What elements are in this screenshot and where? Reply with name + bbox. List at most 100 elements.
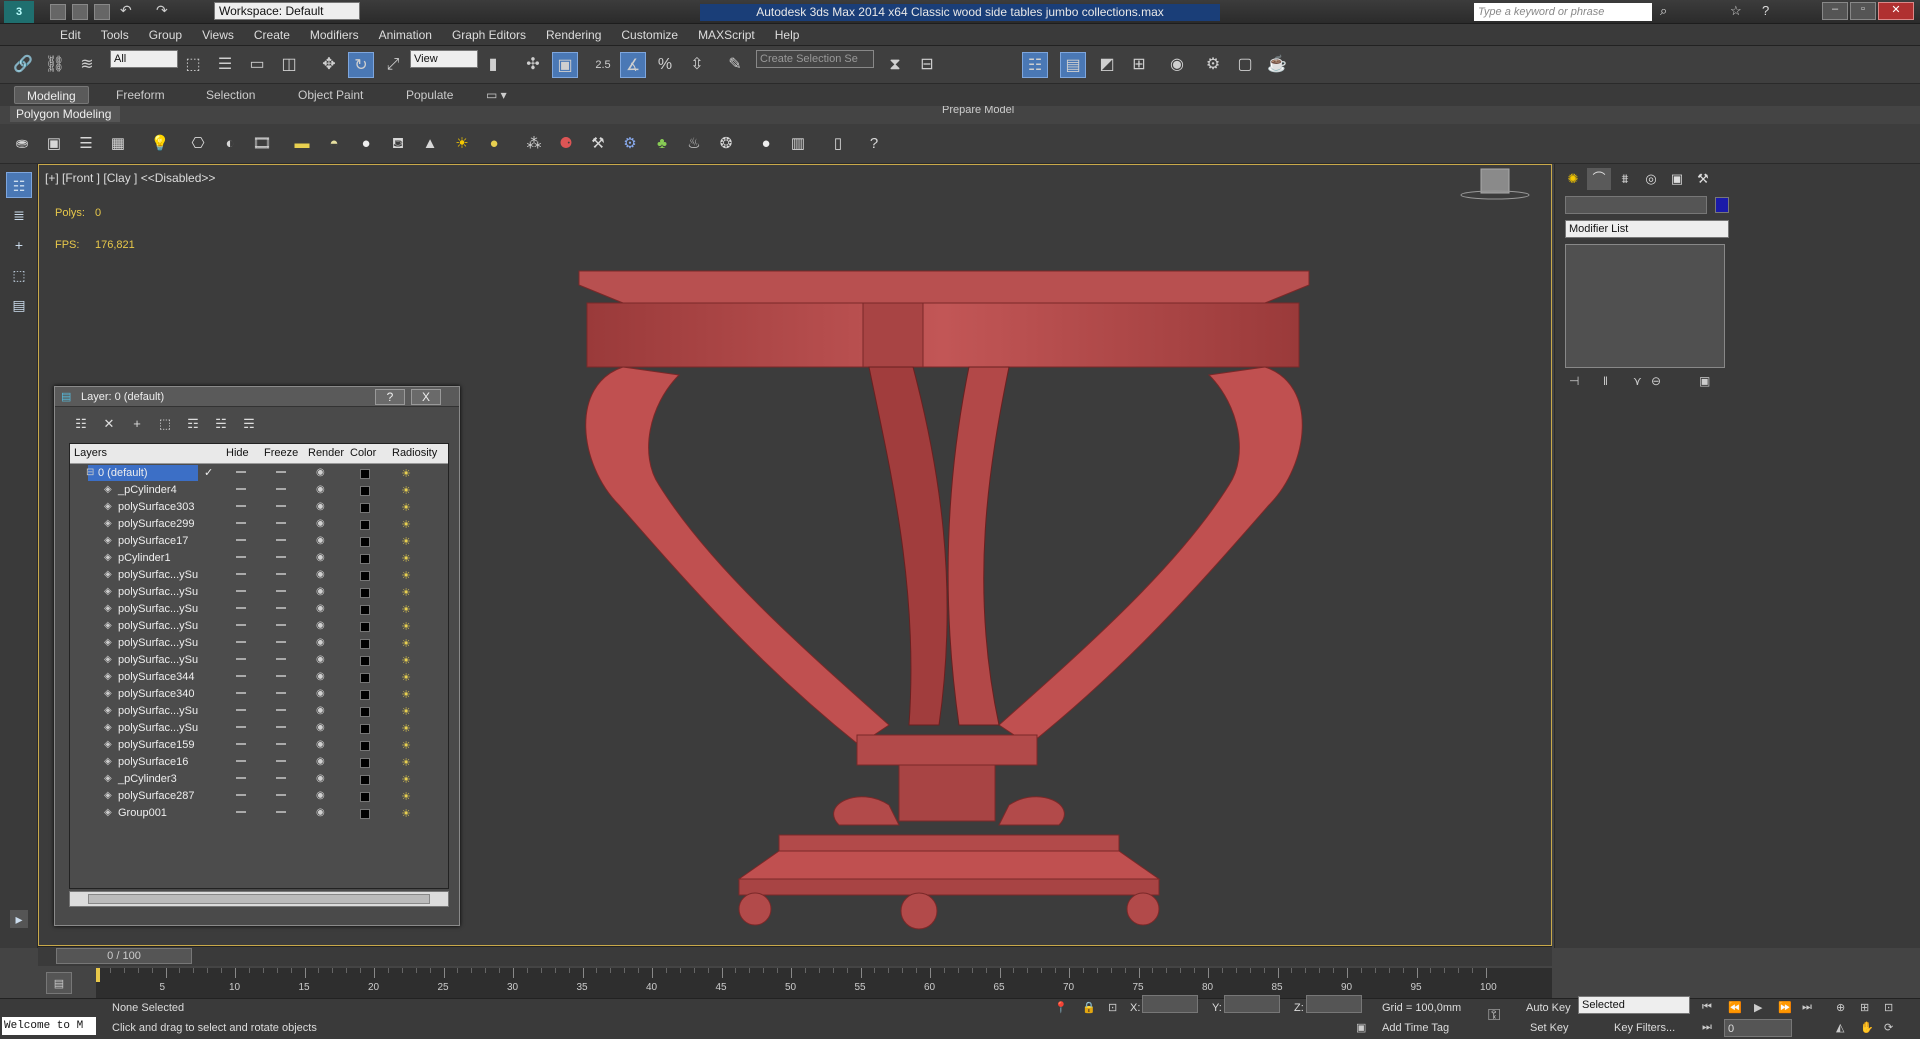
render-teapot-icon[interactable]: ◉ xyxy=(316,790,328,802)
layer-name[interactable]: polySurface287 xyxy=(118,790,194,802)
layer-row[interactable]: ◈ polySurfac...ySu ◉ ☀ xyxy=(70,703,448,720)
absolute-mode-icon[interactable]: ⊡ xyxy=(1108,1001,1117,1014)
layer-name[interactable]: polySurface159 xyxy=(118,739,194,751)
cone-primitive-icon[interactable]: ▲ xyxy=(418,132,442,156)
make-unique-icon[interactable]: ⋎ xyxy=(1633,374,1642,388)
col-radiosity[interactable]: Radiosity xyxy=(392,447,437,459)
hide-toggle[interactable] xyxy=(236,658,246,660)
radiosity-icon[interactable]: ☀ xyxy=(400,468,412,480)
render-teapot-icon[interactable]: ◉ xyxy=(316,518,328,530)
layer-name[interactable]: polySurface340 xyxy=(118,688,194,700)
auto-key-button[interactable]: Auto Key xyxy=(1526,999,1571,1017)
material-editor-icon[interactable]: ◉ xyxy=(1164,52,1190,78)
workspace-dropdown[interactable]: Workspace: Default xyxy=(214,2,360,20)
render-teapot-icon[interactable]: ◉ xyxy=(316,671,328,683)
key-mode-dropdown[interactable]: Selected xyxy=(1578,996,1690,1014)
layer-name[interactable]: polySurface344 xyxy=(118,671,194,683)
freeze-toggle[interactable] xyxy=(276,794,286,796)
next-frame-icon[interactable]: ⏩ xyxy=(1778,1001,1792,1014)
hide-toggle[interactable] xyxy=(236,590,246,592)
radiosity-icon[interactable]: ☀ xyxy=(400,774,412,786)
render-teapot-icon[interactable]: ◉ xyxy=(316,705,328,717)
time-marker[interactable] xyxy=(96,968,100,982)
highlight-layer-icon[interactable]: ☶ xyxy=(181,413,205,435)
layer-row[interactable]: ◈ polySurfac...ySu ◉ ☀ xyxy=(70,601,448,618)
radiosity-icon[interactable]: ☀ xyxy=(400,638,412,650)
new-layer-icon[interactable]: ☷ xyxy=(69,413,93,435)
col-render[interactable]: Render xyxy=(308,447,344,459)
create-tab-icon[interactable]: ✺ xyxy=(1561,168,1585,190)
grid-icon[interactable]: ▦ xyxy=(106,132,130,156)
layer-name[interactable]: polySurfac...ySu xyxy=(118,603,198,615)
hide-toggle[interactable] xyxy=(236,573,246,575)
hide-toggle[interactable] xyxy=(236,471,246,473)
material-sphere-icon[interactable]: ● xyxy=(754,132,778,156)
freeze-toggle[interactable] xyxy=(276,811,286,813)
color-swatch[interactable] xyxy=(360,605,370,615)
col-color[interactable]: Color xyxy=(350,447,376,459)
hide-toggle[interactable] xyxy=(236,811,246,813)
hide-toggle[interactable] xyxy=(236,777,246,779)
hide-toggle[interactable] xyxy=(236,743,246,745)
radiosity-icon[interactable]: ☀ xyxy=(400,689,412,701)
hide-toggle[interactable] xyxy=(236,692,246,694)
layer-row[interactable]: ◈ polySurfac...ySu ◉ ☀ xyxy=(70,652,448,669)
foliage-icon[interactable]: ♣ xyxy=(650,132,674,156)
layer-name[interactable]: polySurface17 xyxy=(118,535,188,547)
render-teapot-icon[interactable]: ◉ xyxy=(316,739,328,751)
layer-row[interactable]: ◈ polySurface299 ◉ ☀ xyxy=(70,516,448,533)
layer-row[interactable]: ◈ _pCylinder4 ◉ ☀ xyxy=(70,482,448,499)
menu-modifiers[interactable]: Modifiers xyxy=(300,24,369,46)
zoom-icon[interactable]: ⊕ xyxy=(1836,1001,1845,1014)
gear-icon[interactable]: ⚙ xyxy=(618,132,642,156)
particle-icon[interactable]: ⁂ xyxy=(522,132,546,156)
pan-icon[interactable]: ✋ xyxy=(1860,1021,1874,1034)
freeze-toggle[interactable] xyxy=(276,658,286,660)
open-file-icon[interactable] xyxy=(72,4,88,20)
layer-properties-icon[interactable]: ▤ xyxy=(6,292,32,318)
layer-name[interactable]: polySurfac...ySu xyxy=(118,654,198,666)
hide-toggle[interactable] xyxy=(236,607,246,609)
render-teapot-icon[interactable]: ◉ xyxy=(316,535,328,547)
layers-hscrollbar[interactable] xyxy=(69,891,449,907)
color-swatch[interactable] xyxy=(360,809,370,819)
freeze-toggle[interactable] xyxy=(276,743,286,745)
layer-name[interactable]: _pCylinder3 xyxy=(118,773,177,785)
menu-views[interactable]: Views xyxy=(192,24,244,46)
radiosity-icon[interactable]: ☀ xyxy=(400,604,412,616)
layer-name[interactable]: polySurfac...ySu xyxy=(118,637,198,649)
reference-coord-dropdown[interactable]: View xyxy=(410,50,478,68)
color-swatch[interactable] xyxy=(360,469,370,479)
close-icon[interactable]: ✕ xyxy=(1878,2,1914,20)
teapot-icon[interactable]: ⛂ xyxy=(10,132,34,156)
redo-icon[interactable]: ↷ xyxy=(156,2,168,19)
color-swatch[interactable] xyxy=(360,588,370,598)
layer-name[interactable]: polySurfac...ySu xyxy=(118,569,198,581)
scale-icon[interactable]: ⤢ xyxy=(380,52,406,78)
modifier-list-dropdown[interactable]: Modifier List xyxy=(1565,220,1729,238)
percent-snap-icon[interactable]: % xyxy=(652,52,678,78)
select-in-layer-icon[interactable]: ⬚ xyxy=(153,413,177,435)
angle-snap-icon[interactable]: ∡ xyxy=(620,52,646,78)
render-teapot-icon[interactable]: ◉ xyxy=(316,569,328,581)
camera-icon[interactable]: ⎔ xyxy=(186,132,210,156)
radiosity-icon[interactable]: ☀ xyxy=(400,791,412,803)
bones-icon[interactable]: ⚒ xyxy=(586,132,610,156)
dialog-close-button[interactable]: X xyxy=(411,389,441,405)
spinner-snap-icon[interactable]: ⇳ xyxy=(684,52,710,78)
menu-edit[interactable]: Edit xyxy=(50,24,91,46)
question-icon[interactable]: ? xyxy=(862,132,886,156)
mini-curve-icon[interactable]: ▤ xyxy=(46,972,72,994)
col-freeze[interactable]: Freeze xyxy=(264,447,298,459)
hide-toggle[interactable] xyxy=(236,794,246,796)
scene-explorer-icon[interactable]: ▣ xyxy=(42,132,66,156)
layer-row[interactable]: ◈ polySurfac...ySu ◉ ☀ xyxy=(70,618,448,635)
color-swatch[interactable] xyxy=(360,656,370,666)
plus-icon[interactable]: + xyxy=(6,232,32,258)
pivot-icon[interactable]: ▮ xyxy=(480,52,506,78)
freeze-toggle[interactable] xyxy=(276,777,286,779)
new-file-icon[interactable] xyxy=(50,4,66,20)
hide-all-layers-icon[interactable]: ☵ xyxy=(209,413,233,435)
freeze-toggle[interactable] xyxy=(276,607,286,609)
render-teapot-icon[interactable]: ◉ xyxy=(316,637,328,649)
